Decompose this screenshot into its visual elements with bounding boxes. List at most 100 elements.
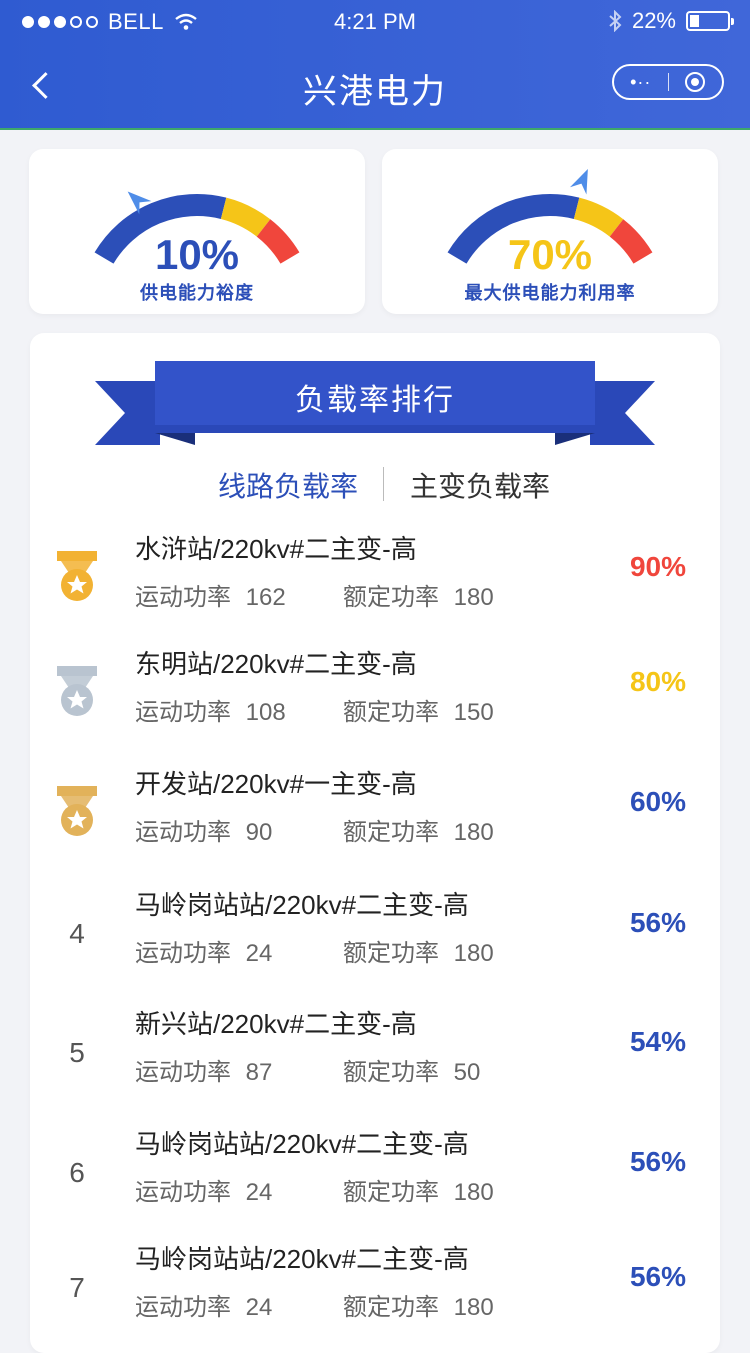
rank-badge [48,638,106,748]
gauge-label: 供电能力裕度 [140,283,254,303]
rated-power: 额定功率 50 [343,1052,480,1087]
gauge-arc-warning [220,197,271,237]
station-name: 新兴站/220kv#二主变-高 [135,1009,417,1039]
rated-power-label: 额定功率 [343,940,439,967]
rated-power-value: 50 [453,1059,481,1086]
run-power-label: 运动功率 [135,1294,231,1321]
rank-badge: 7 [48,1233,106,1343]
close-button[interactable] [669,72,723,92]
rated-power-label: 额定功率 [343,1059,439,1086]
run-power-value: 87 [245,1059,273,1086]
ranking-row[interactable]: 4 马岭岗站站/220kv#二主变-高 运动功率 24 额定功率 180 56% [30,879,720,989]
power-info: 运动功率 108 额定功率 150 [135,692,494,727]
target-icon [685,72,706,92]
ranking-row[interactable]: 5 新兴站/220kv#二主变-高 运动功率 87 额定功率 50 54% [30,998,720,1108]
mini-program-capsule: •·· [612,64,724,100]
run-power-value: 162 [245,584,286,611]
run-power-value: 90 [245,819,273,846]
rated-power: 额定功率 180 [343,1172,494,1207]
power-info: 运动功率 24 额定功率 180 [135,1172,494,1207]
gauge-card-margin: 10% 供电能力裕度 [29,149,365,314]
battery-icon [686,11,734,31]
load-rate: 56% [629,1146,686,1177]
rated-power-label: 额定功率 [343,584,439,611]
load-rate: 56% [629,907,686,938]
station-name: 水浒站/220kv#二主变-高 [135,534,417,564]
ranking-row[interactable]: 开发站/220kv#一主变-高 运动功率 90 额定功率 180 60% [30,758,720,868]
battery-percent: 22% [631,8,676,33]
run-power-value: 24 [245,940,273,967]
run-power-value: 24 [245,1179,273,1206]
run-power-label: 运动功率 [135,940,231,967]
more-button[interactable]: •·· [614,66,668,98]
rated-power-label: 额定功率 [343,1179,439,1206]
run-power-label: 运动功率 [135,1179,231,1206]
tab-line-load[interactable]: 线路负载率 [218,465,358,505]
rated-power: 额定功率 180 [343,812,494,847]
load-rate: 54% [629,1026,686,1057]
ranking-title: 负载率排行 [295,384,455,417]
station-name: 马岭岗站站/220kv#二主变-高 [135,1129,469,1159]
run-power-label: 运动功率 [135,699,231,726]
rank-badge: 5 [48,998,106,1108]
ranking-row[interactable]: 7 马岭岗站站/220kv#二主变-高 运动功率 24 额定功率 180 56% [30,1233,720,1343]
rank-badge: 4 [48,879,106,989]
rank-number: 7 [69,1272,85,1303]
load-rate: 90% [629,551,686,582]
rated-power-value: 180 [453,1179,494,1206]
rated-power-label: 额定功率 [343,699,439,726]
station-name: 马岭岗站站/220kv#二主变-高 [135,1244,469,1274]
rank-number: 6 [69,1157,85,1188]
bluetooth-icon [609,10,622,32]
run-power-label: 运动功率 [135,584,231,611]
ranking-row[interactable]: 东明站/220kv#二主变-高 运动功率 108 额定功率 150 80% [30,638,720,748]
power-info: 运动功率 87 额定功率 50 [135,1052,480,1087]
ranking-panel: 负载率排行 线路负载率 主变负载率 水浒站/220kv#二主变-高 运动功率 1… [30,333,720,1353]
rank-badge: 6 [48,1118,106,1228]
rated-power-value: 150 [453,699,494,726]
rated-power-label: 额定功率 [343,819,439,846]
gauge-value: 10% [154,231,240,278]
power-info: 运动功率 162 额定功率 180 [135,577,494,612]
rank-badge [48,758,106,868]
gauge-label: 最大供电能力利用率 [464,283,636,303]
gauge-value: 70% [507,231,593,278]
power-info: 运动功率 24 额定功率 180 [135,1287,494,1322]
station-name: 马岭岗站站/220kv#二主变-高 [135,890,469,920]
silver-medal-icon [57,666,97,716]
load-rate: 60% [629,786,686,817]
gauge-arc-warning [573,197,624,237]
power-info: 运动功率 90 额定功率 180 [135,812,494,847]
rank-number: 4 [69,918,85,949]
station-name: 开发站/220kv#一主变-高 [135,769,417,799]
rated-power: 额定功率 150 [343,692,494,727]
gauge-card-utilization: 70% 最大供电能力利用率 [382,149,718,314]
load-rate: 56% [629,1261,686,1292]
station-name: 东明站/220kv#二主变-高 [135,649,417,679]
ranking-row[interactable]: 6 马岭岗站站/220kv#二主变-高 运动功率 24 额定功率 180 56% [30,1118,720,1228]
rated-power: 额定功率 180 [343,933,494,968]
gauge-pointer-icon [569,168,588,195]
rated-power-label: 额定功率 [343,1294,439,1321]
rated-power-value: 180 [453,819,494,846]
run-power-label: 运动功率 [135,1059,231,1086]
tab-transformer-load[interactable]: 主变负载率 [410,465,550,505]
rated-power-value: 180 [453,584,494,611]
bronze-medal-icon [57,786,97,836]
ranking-row[interactable]: 水浒站/220kv#二主变-高 运动功率 162 额定功率 180 90% [30,523,720,633]
header-divider [0,128,750,130]
run-power-value: 24 [245,1294,273,1321]
rated-power-value: 180 [453,1294,494,1321]
top-bar: BELL 4:21 PM 22% 兴港电力 •·· [0,0,750,128]
nav-bar: 兴港电力 •·· [0,44,750,128]
status-bar: BELL 4:21 PM 22% [0,0,750,44]
load-rate: 80% [629,666,686,697]
rated-power-value: 180 [453,940,494,967]
run-power-value: 108 [245,699,286,726]
status-right: 22% [608,8,734,34]
power-info: 运动功率 24 额定功率 180 [135,933,494,968]
rated-power: 额定功率 180 [343,1287,494,1322]
rated-power: 额定功率 180 [343,577,494,612]
gold-medal-icon [57,551,97,601]
ranking-banner: 负载率排行 [95,361,655,447]
